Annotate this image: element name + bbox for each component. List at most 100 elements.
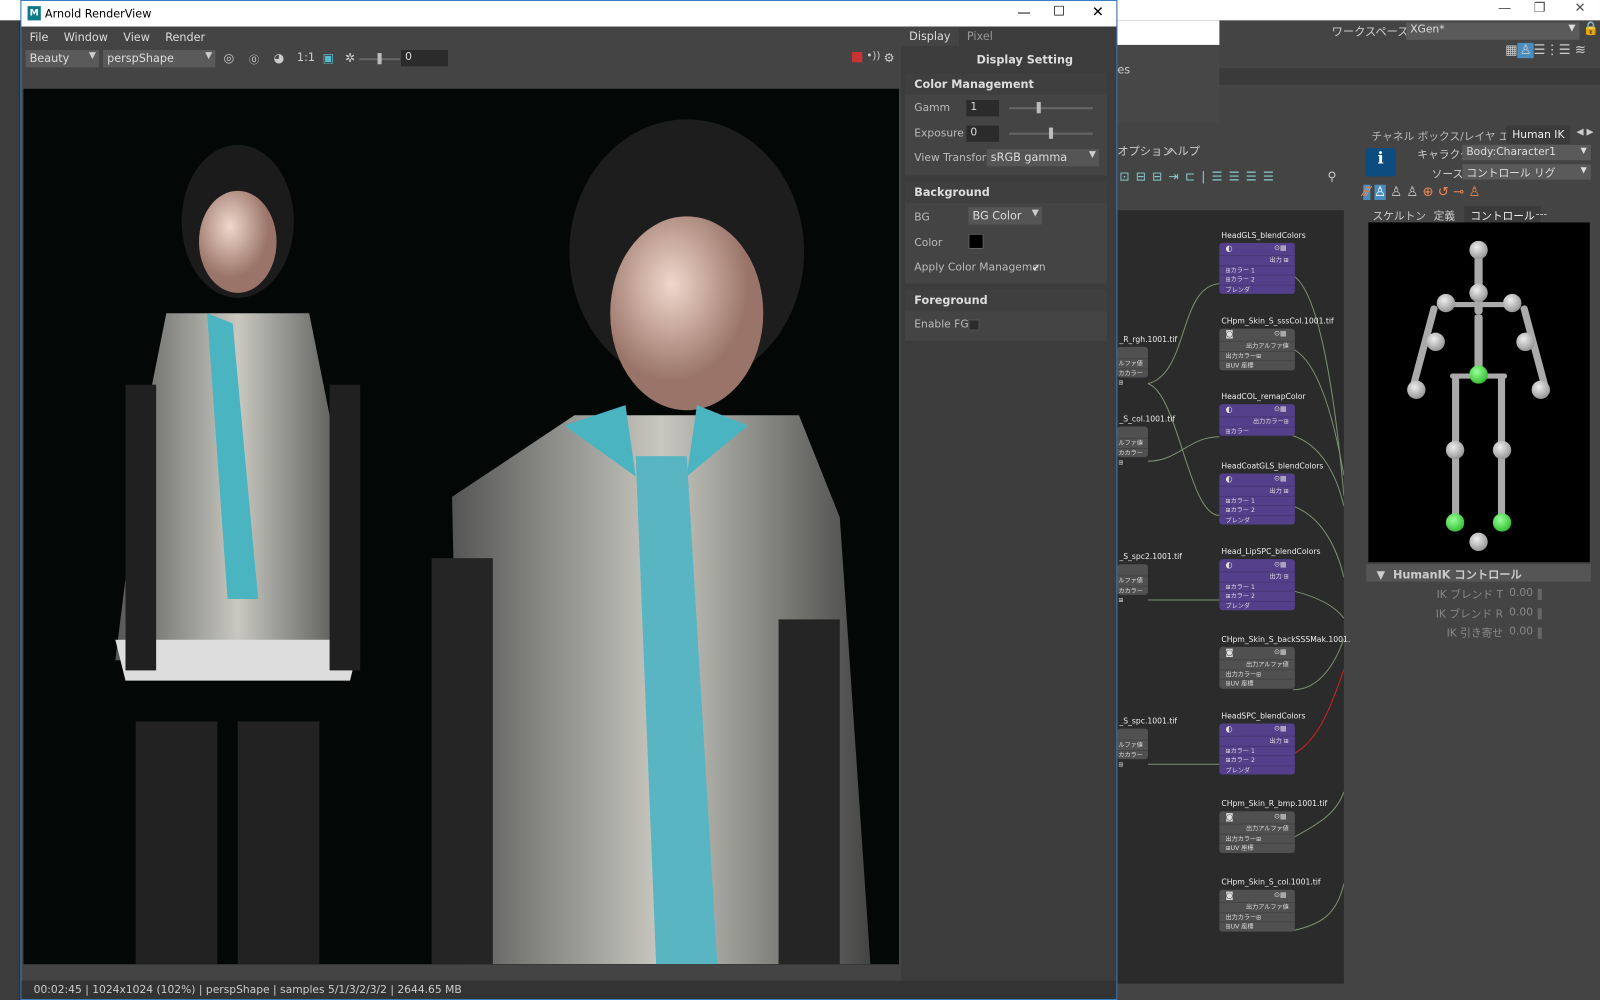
crop-icon[interactable]: ▣: [322, 51, 334, 65]
workspace-select[interactable]: XGen* ▼: [1406, 22, 1580, 40]
maya-restore-button[interactable]: ❐: [1534, 1, 1546, 16]
arnold-renderview-window: M Arnold RenderView — ☐ ✕ File Window View…: [20, 0, 1118, 1000]
layout-icons[interactable]: ▦ ♙ ☰⋮☰ ≋: [1505, 42, 1586, 59]
maya-minimize-button[interactable]: —: [1498, 1, 1511, 16]
menu-render[interactable]: Render: [157, 27, 212, 44]
section-title[interactable]: Background: [905, 181, 1108, 204]
bg-color-swatch[interactable]: [968, 233, 984, 249]
rgb-icon[interactable]: ⓪: [249, 51, 259, 66]
panel-heading: Display Setting: [976, 53, 1074, 67]
shelf-strip: [1219, 68, 1600, 85]
gamma-input[interactable]: 1: [966, 99, 999, 117]
node-attribute: 出力カラー⊞: [1219, 350, 1295, 361]
tab-display[interactable]: Display: [901, 26, 959, 46]
node-editor-toolbar-icons[interactable]: ⊡⊟⊟⇥⊏|☰☰☰☰: [1119, 169, 1280, 183]
enable-fg-checkbox[interactable]: [968, 319, 980, 331]
stop-render-button[interactable]: [852, 52, 863, 63]
color-label: Color: [914, 236, 943, 249]
exposure-input[interactable]: 0: [401, 49, 448, 67]
node-attribute: ルファ値: [1117, 437, 1148, 448]
ik-param-value[interactable]: 0.00: [1509, 587, 1533, 599]
minimize-button[interactable]: —: [1017, 5, 1030, 20]
ik-param-value[interactable]: 0.00: [1509, 606, 1533, 618]
node-name: CHpm_Skin_R_bmp.1001.tif: [1221, 798, 1328, 809]
status-bar: 00:02:45 | 1024x1024 (102%) | perspShape…: [21, 980, 1117, 999]
shader-node-partial[interactable]: _S_col.1001.tif ルファ値 カカラー⊞: [1117, 414, 1175, 466]
lock-icon[interactable]: 🔒: [1583, 21, 1600, 36]
humanik-logo-button[interactable]: ℹ: [1365, 147, 1396, 177]
settings-gear-icon[interactable]: ⚙: [884, 51, 895, 65]
shader-node[interactable]: Head_LipSPC_blendColors ◐ ⊙▦ 出力 ⊞ ⊞カラー 1 ⊞カラー…: [1219, 547, 1321, 611]
apply-color-management-checkbox[interactable]: ✓: [1032, 261, 1041, 274]
section-title[interactable]: Color Management: [905, 73, 1108, 95]
shader-node[interactable]: HeadSPC_blendColors ◐ ⊙▦ 出力 ⊞ ⊞カラー 1 ⊞カラー 2 ブレ…: [1219, 711, 1305, 775]
aov-select[interactable]: Beauty ▼: [25, 49, 99, 68]
shader-node[interactable]: CHpm_Skin_R_bmp.1001.tif ◙ ⊙▦ 出力アルファ値 出力カラー⊞…: [1219, 799, 1327, 853]
shader-node[interactable]: HeadCoatGLS_blendColors ◐ ⊙▦ 出力 ⊞ ⊞カラー 1 ⊞カラー…: [1219, 461, 1323, 525]
ik-param-slider[interactable]: [1537, 588, 1542, 600]
node-name: _S_spc2.1001.tif: [1119, 552, 1182, 562]
node-attribute: 出力カラー⊞: [1219, 833, 1295, 843]
humanik-toolbar-icons[interactable]: ⁄⁄⁄ ♙ ♙ ♙ ⊕ ↺ ⊸ ♙: [1363, 184, 1480, 200]
menu-window[interactable]: Window: [56, 27, 116, 44]
humanik-controls-header[interactable]: ▼ HumanIK コントロール: [1366, 564, 1591, 582]
menu-view[interactable]: View: [115, 27, 157, 44]
ipr-icon[interactable]: •)): [866, 51, 880, 62]
shader-node-partial[interactable]: _S_spc2.1001.tif ルファ値 カカラー⊞: [1117, 552, 1182, 604]
ratio-button[interactable]: 1:1: [297, 51, 315, 64]
maya-logo-icon: M: [27, 6, 41, 21]
render-image[interactable]: [23, 88, 899, 965]
shader-node-partial[interactable]: _S_spc.1001.tif ルファ値 カカラー⊞: [1117, 716, 1177, 768]
subtab-more[interactable]: ---: [1536, 208, 1548, 220]
shader-node-partial[interactable]: _R_rgh.1001.tif ルファ値 カカラー⊞: [1117, 335, 1177, 387]
search-icon[interactable]: ⚲: [1328, 169, 1337, 183]
node-attribute: ⊞カラー 2: [1219, 505, 1295, 515]
ik-param-slider[interactable]: [1537, 627, 1542, 639]
character-select[interactable]: Body:Character1 ▼: [1462, 144, 1591, 161]
bg-select[interactable]: BG Color ▼: [968, 207, 1042, 225]
view-transform-select[interactable]: sRGB gamma ▼: [986, 148, 1099, 167]
close-button[interactable]: ✕: [1092, 4, 1104, 20]
subtab-skeleton[interactable]: スケルトン: [1372, 208, 1426, 223]
node-name: _S_col.1001.tif: [1119, 414, 1176, 424]
popup-input[interactable]: [1117, 20, 1220, 45]
shader-node[interactable]: CHpm_Skin_S_col.1001.tif ◙ ⊙▦ 出力アルファ値 出力カラー⊞…: [1219, 878, 1321, 932]
maya-toolbox[interactable]: [0, 20, 21, 1000]
shader-node[interactable]: HeadCOL_remapColor ◐ ⊙▦ 出力カラー⊞ ⊞カラー: [1219, 392, 1306, 436]
menu-help[interactable]: ヘルプ: [1166, 143, 1200, 159]
subtab-definition[interactable]: 定義: [1434, 208, 1455, 223]
foreground-section: Foreground Enable FG: [905, 289, 1108, 341]
node-name: HeadGLS_blendColors: [1221, 230, 1306, 240]
node-graph-canvas[interactable]: HeadGLS_blendColors ◐ ⊙▦ 出力 ⊞ ⊞カラー 1 ⊞カラー 2 ブレ…: [1117, 210, 1350, 984]
shader-node[interactable]: HeadGLS_blendColors ◐ ⊙▦ 出力 ⊞ ⊞カラー 1 ⊞カラー 2 ブレ…: [1219, 231, 1306, 294]
node-attribute: ⊞カラー 2: [1219, 274, 1295, 284]
node-attribute: ⊞カラー 1: [1219, 495, 1295, 505]
maximize-button[interactable]: ☐: [1053, 4, 1065, 19]
maya-close-button[interactable]: ✕: [1574, 1, 1585, 16]
ik-param-value[interactable]: 0.00: [1509, 626, 1533, 638]
camera-select[interactable]: perspShape ▼: [103, 49, 216, 68]
shader-node[interactable]: CHpm_Skin_S_backSSSMak.1001. ◙ ⊙▦ 出力アルファ値 出力…: [1219, 635, 1350, 689]
channel-icon[interactable]: ◕: [273, 51, 284, 65]
node-attribute: ⊞カラー 2: [1219, 755, 1295, 765]
node-name: CHpm_Skin_S_sssCol.1001.tif: [1221, 316, 1334, 326]
tab-pixel[interactable]: Pixel: [959, 27, 1001, 46]
menu-options[interactable]: オプション: [1117, 143, 1173, 159]
menu-file[interactable]: File: [21, 27, 55, 44]
workspace-label: ワークスペース:: [1331, 25, 1413, 39]
shader-node[interactable]: CHpm_Skin_S_sssCol.1001.tif ◙ ⊙▦ 出力アルファ値 出力カ…: [1219, 316, 1334, 370]
node-attribute: ⊞カラー 1: [1219, 264, 1295, 275]
node-attribute: カカラー⊞: [1117, 749, 1148, 768]
tab-human-ik[interactable]: Human IK: [1506, 125, 1571, 144]
section-title[interactable]: Foreground: [905, 289, 1108, 312]
refresh-icon[interactable]: ✲: [345, 51, 355, 65]
exposure-slider[interactable]: [359, 53, 400, 65]
node-attribute: ルファ値: [1117, 739, 1148, 750]
humanik-character-view[interactable]: [1368, 222, 1590, 563]
render-region-icon[interactable]: ◎: [223, 51, 234, 65]
gamma-slider[interactable]: [1009, 102, 1093, 114]
exposure-slider-panel[interactable]: [1009, 127, 1093, 139]
source-select[interactable]: コントロール リグ ▼: [1462, 164, 1591, 180]
ik-param-slider[interactable]: [1537, 608, 1542, 620]
exposure-field[interactable]: 0: [966, 125, 999, 142]
